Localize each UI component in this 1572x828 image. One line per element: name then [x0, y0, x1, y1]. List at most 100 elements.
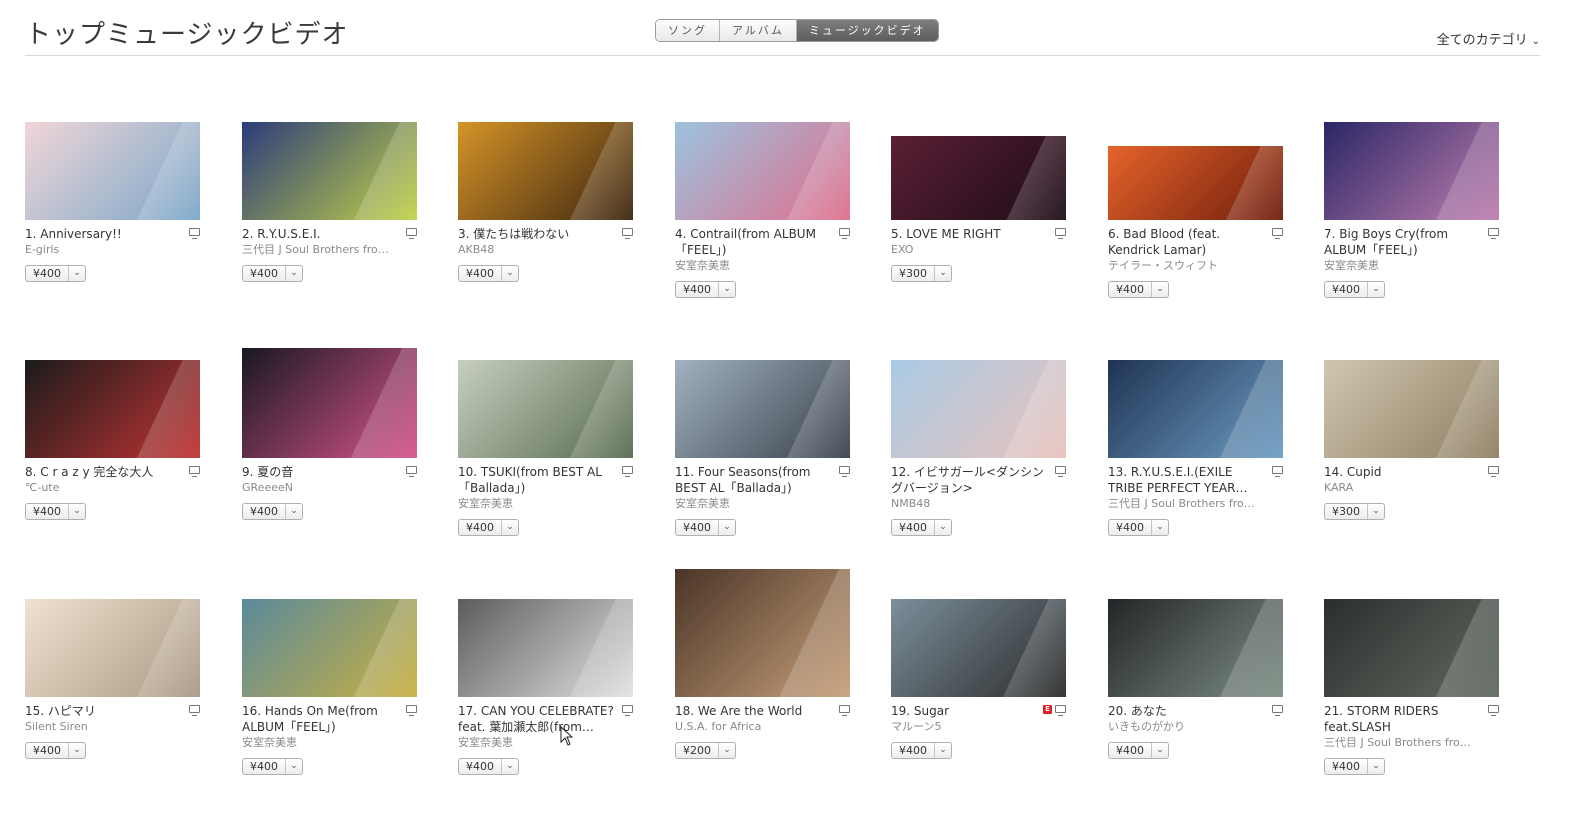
chevron-down-icon[interactable]: ⌄ [1368, 282, 1384, 297]
price-button[interactable]: ¥400 ⌄ [242, 265, 303, 282]
video-thumbnail[interactable] [1108, 146, 1283, 220]
video-artist[interactable]: Silent Siren [25, 719, 182, 735]
chevron-down-icon[interactable]: ⌄ [1152, 282, 1168, 297]
video-title[interactable]: 8. C r a z y 完全な大人 [25, 464, 182, 480]
video-thumbnail[interactable] [891, 599, 1066, 697]
video-artist[interactable]: 三代目 J Soul Brothers from ... [1324, 735, 1481, 751]
chevron-down-icon[interactable]: ⌄ [719, 520, 735, 535]
video-artist[interactable]: 安室奈美恵 [458, 735, 615, 751]
price-button[interactable]: ¥400 ⌄ [1324, 758, 1385, 775]
video-artist[interactable]: いきものがかり [1108, 719, 1265, 735]
price-button[interactable]: ¥300 ⌄ [891, 265, 952, 282]
video-title[interactable]: 10. TSUKI(from BEST AL「Ballada」) [458, 464, 615, 496]
chevron-down-icon[interactable]: ⌄ [502, 759, 518, 774]
chevron-down-icon[interactable]: ⌄ [286, 266, 302, 281]
video-title[interactable]: 2. R.Y.U.S.E.I. [242, 226, 399, 242]
video-title[interactable]: 17. CAN YOU CELEBRATE? feat. 葉加瀬太郎(from … [458, 703, 615, 735]
price-button[interactable]: ¥400 ⌄ [1108, 281, 1169, 298]
chevron-down-icon[interactable]: ⌄ [935, 520, 951, 535]
category-dropdown[interactable]: 全てのカテゴリ ⌄ [1437, 29, 1540, 48]
price-button[interactable]: ¥400 ⌄ [1108, 519, 1169, 536]
chevron-down-icon[interactable]: ⌄ [719, 743, 735, 758]
chevron-down-icon[interactable]: ⌄ [286, 759, 302, 774]
chevron-down-icon[interactable]: ⌄ [69, 266, 85, 281]
video-thumbnail[interactable] [1324, 599, 1499, 697]
video-title[interactable]: 20. あなた [1108, 703, 1265, 719]
price-button[interactable]: ¥400 ⌄ [675, 281, 736, 298]
video-artist[interactable]: 安室奈美恵 [458, 496, 615, 512]
video-thumbnail[interactable] [25, 599, 200, 697]
price-button[interactable]: ¥400 ⌄ [1108, 742, 1169, 759]
chevron-down-icon[interactable]: ⌄ [286, 504, 302, 519]
price-button[interactable]: ¥300 ⌄ [1324, 503, 1385, 520]
video-thumbnail[interactable] [25, 360, 200, 458]
video-title[interactable]: 16. Hands On Me(from ALBUM「FEEL」) [242, 703, 399, 735]
video-thumbnail[interactable] [1324, 360, 1499, 458]
video-title[interactable]: 9. 夏の音 [242, 464, 399, 480]
chevron-down-icon[interactable]: ⌄ [935, 743, 951, 758]
video-artist[interactable]: GReeeeN [242, 480, 399, 496]
chevron-down-icon[interactable]: ⌄ [502, 520, 518, 535]
chevron-down-icon[interactable]: ⌄ [1368, 504, 1384, 519]
video-title[interactable]: 11. Four Seasons(from BEST AL「Ballada」) [675, 464, 832, 496]
video-artist[interactable]: 安室奈美恵 [675, 496, 832, 512]
chevron-down-icon[interactable]: ⌄ [502, 266, 518, 281]
video-artist[interactable]: AKB48 [458, 242, 615, 258]
price-button[interactable]: ¥400 ⌄ [242, 503, 303, 520]
video-artist[interactable]: マルーン5 [891, 719, 1048, 735]
video-title[interactable]: 19. Sugar [891, 703, 1048, 719]
price-button[interactable]: ¥400 ⌄ [25, 265, 86, 282]
video-title[interactable]: 21. STORM RIDERS feat.SLASH [1324, 703, 1481, 735]
video-title[interactable]: 3. 僕たちは戦わない [458, 226, 615, 242]
chevron-down-icon[interactable]: ⌄ [1152, 520, 1168, 535]
video-artist[interactable]: 安室奈美恵 [1324, 258, 1481, 274]
video-title[interactable]: 6. Bad Blood (feat. Kendrick Lamar) [1108, 226, 1265, 258]
price-button[interactable]: ¥400 ⌄ [458, 519, 519, 536]
video-thumbnail[interactable] [1108, 599, 1283, 697]
tab-albums[interactable]: アルバム [720, 20, 797, 41]
video-thumbnail[interactable] [675, 122, 850, 220]
video-artist[interactable]: EXO [891, 242, 1048, 258]
video-artist[interactable]: 三代目 J Soul Brothers from ... [242, 242, 399, 258]
chevron-down-icon[interactable]: ⌄ [1152, 743, 1168, 758]
video-thumbnail[interactable] [242, 348, 417, 458]
price-button[interactable]: ¥400 ⌄ [458, 265, 519, 282]
video-thumbnail[interactable] [458, 360, 633, 458]
price-button[interactable]: ¥400 ⌄ [1324, 281, 1385, 298]
video-thumbnail[interactable] [1324, 122, 1499, 220]
video-title[interactable]: 14. Cupid [1324, 464, 1481, 480]
chevron-down-icon[interactable]: ⌄ [69, 504, 85, 519]
video-artist[interactable]: 安室奈美恵 [242, 735, 399, 751]
price-button[interactable]: ¥400 ⌄ [675, 519, 736, 536]
video-thumbnail[interactable] [242, 122, 417, 220]
chevron-down-icon[interactable]: ⌄ [1368, 759, 1384, 774]
price-button[interactable]: ¥400 ⌄ [891, 519, 952, 536]
price-button[interactable]: ¥400 ⌄ [25, 503, 86, 520]
video-artist[interactable]: テイラー・スウィフト [1108, 258, 1265, 274]
video-thumbnail[interactable] [25, 122, 200, 220]
video-artist[interactable]: NMB48 [891, 496, 1048, 512]
price-button[interactable]: ¥400 ⌄ [458, 758, 519, 775]
tab-music-videos[interactable]: ミュージックビデオ [796, 20, 938, 41]
video-thumbnail[interactable] [458, 599, 633, 697]
chevron-down-icon[interactable]: ⌄ [69, 743, 85, 758]
video-thumbnail[interactable] [458, 122, 633, 220]
video-title[interactable]: 1. Anniversary!! [25, 226, 182, 242]
chevron-down-icon[interactable]: ⌄ [935, 266, 951, 281]
video-artist[interactable]: U.S.A. for Africa [675, 719, 832, 735]
video-artist[interactable]: E-girls [25, 242, 182, 258]
video-title[interactable]: 12. イビサガール<ダンシングバージョン> [891, 464, 1048, 496]
video-title[interactable]: 13. R.Y.U.S.E.I.(EXILE TRIBE PERFECT YEA… [1108, 464, 1265, 496]
video-artist[interactable]: 安室奈美恵 [675, 258, 832, 274]
video-thumbnail[interactable] [1108, 360, 1283, 458]
video-artist[interactable]: 三代目 J Soul Brothers from ... [1108, 496, 1265, 512]
chevron-down-icon[interactable]: ⌄ [719, 282, 735, 297]
video-title[interactable]: 18. We Are the World [675, 703, 832, 719]
price-button[interactable]: ¥400 ⌄ [25, 742, 86, 759]
video-title[interactable]: 5. LOVE ME RIGHT [891, 226, 1048, 242]
video-title[interactable]: 15. ハピマリ [25, 703, 182, 719]
tab-songs[interactable]: ソング [656, 20, 720, 41]
price-button[interactable]: ¥400 ⌄ [242, 758, 303, 775]
video-title[interactable]: 4. Contrail(from ALBUM「FEEL」) [675, 226, 832, 258]
video-thumbnail[interactable] [891, 360, 1066, 458]
